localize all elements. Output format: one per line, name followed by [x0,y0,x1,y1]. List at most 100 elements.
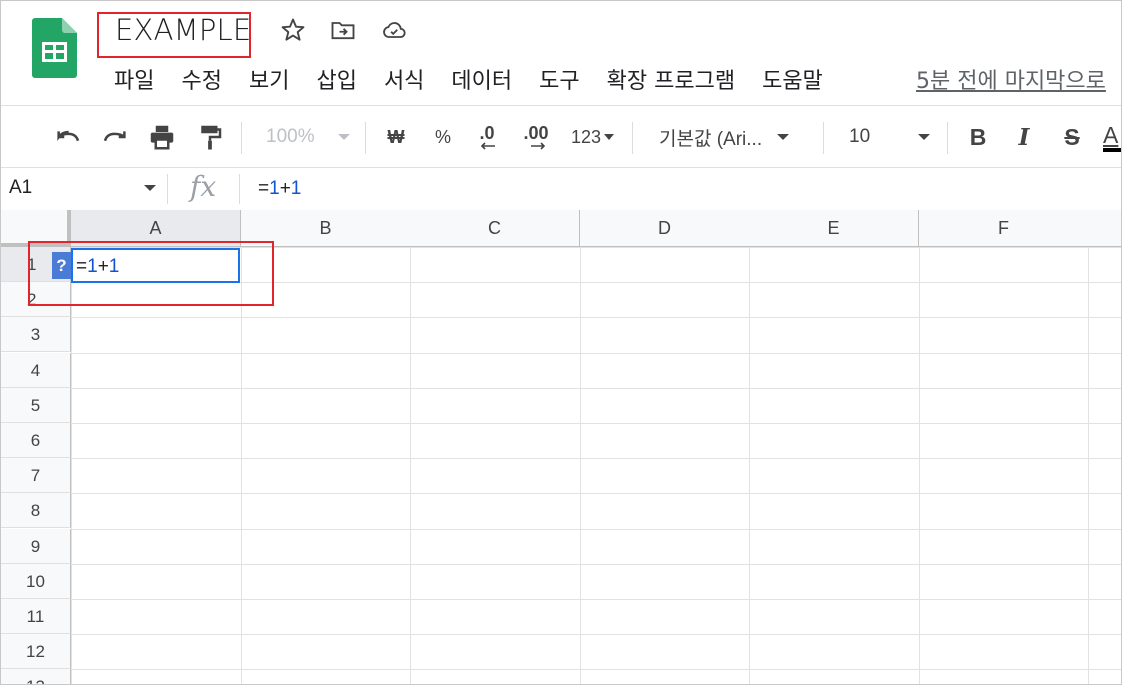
grid-row-line [71,317,1121,318]
grid-row-line [71,529,1121,530]
arrow-left-icon [480,141,495,150]
toolbar-divider [365,122,366,154]
title-highlight-box [97,12,251,58]
grid-row-line [71,599,1121,600]
formula-input[interactable]: =1+1 [258,178,301,200]
font-value: 기본값 (Ari... [659,128,763,150]
grid-column-line [1088,247,1089,684]
column-header-d[interactable]: D [580,210,750,247]
toolbar-divider [823,122,824,154]
row-header-9[interactable]: 9 [1,529,71,564]
menu-insert[interactable]: 삽입 [316,63,356,94]
toolbar: 100% ₩ % .0 .00 123 기본값 (Ari... 10 B I S… [1,105,1121,168]
column-header-f[interactable]: F [919,210,1089,247]
currency-label: ₩ [387,126,405,147]
menu-bar: 파일 수정 보기 삽입 서식 데이터 도구 확장 프로그램 도움말 [114,63,850,94]
grid-row-line [71,458,1121,459]
toolbar-divider [632,122,633,154]
strikethrough-button[interactable]: S [1059,120,1085,154]
grid-column-line [919,247,920,684]
menu-edit[interactable]: 수정 [181,63,221,94]
fx-icon: fx [190,170,217,203]
menu-extensions[interactable]: 확장 프로그램 [607,63,735,94]
undo-icon [57,130,80,142]
row-header-5[interactable]: 5 [1,388,71,423]
font-size-select[interactable]: 10 [849,120,937,154]
last-edit-link[interactable]: 5분 전에 마지막으로 [916,63,1106,95]
font-select[interactable]: 기본값 (Ari... [659,120,809,154]
print-icon [150,125,174,150]
star-icon[interactable] [279,16,307,44]
sheets-logo-icon[interactable] [32,18,77,78]
formula-equals: = [258,178,270,199]
chevron-down-icon [777,134,790,140]
paint-format-icon [201,125,222,150]
name-box[interactable]: A1 [9,177,32,199]
menu-help[interactable]: 도움말 [762,63,823,94]
redo-icon [103,131,126,142]
font-size-value: 10 [849,126,871,147]
row-header-3[interactable]: 3 [1,317,71,352]
formula-divider [167,174,168,204]
text-color-label: A [1103,122,1119,148]
formula-divider [239,174,240,204]
formula-operand: 1 [290,178,302,199]
menu-data[interactable]: 데이터 [451,63,512,94]
grid-row-line [71,388,1121,389]
italic-label: I [1018,123,1030,151]
grid-column-line [580,247,581,684]
grid-column-line [410,247,411,684]
grid-row-line [71,669,1121,670]
chevron-down-icon[interactable] [143,183,157,193]
arrow-right-icon [531,141,546,150]
row-header-11[interactable]: 11 [1,599,71,634]
row-header-13[interactable]: 13 [1,669,71,684]
zoom-select[interactable]: 100% [266,120,356,154]
undo-button[interactable] [51,120,85,154]
italic-button[interactable]: I [1011,120,1037,154]
menu-view[interactable]: 보기 [249,63,289,94]
chevron-down-icon [337,134,350,140]
cloud-saved-icon[interactable] [380,16,408,44]
row-header-12[interactable]: 12 [1,634,71,669]
grid-row-line [71,564,1121,565]
toolbar-divider [947,122,948,154]
row-header-6[interactable]: 6 [1,423,71,458]
zoom-value: 100% [266,126,315,147]
percent-button[interactable]: % [428,120,458,154]
currency-button[interactable]: ₩ [381,120,411,154]
chevron-down-icon [918,134,931,140]
increase-decimal-label: .00 [523,122,549,143]
formula-bar: A1 fx =1+1 [1,167,1121,211]
bold-button[interactable]: B [965,120,991,154]
formula-operator: + [279,178,291,199]
toolbar-divider [241,122,242,154]
print-button[interactable] [145,120,179,154]
bold-label: B [969,123,987,150]
increase-decimal-button[interactable]: .00 [517,120,555,154]
row-header-10[interactable]: 10 [1,564,71,599]
column-header-c[interactable]: C [410,210,580,247]
column-header-partial[interactable] [1088,210,1121,247]
grid-column-line [241,247,242,684]
row-header-7[interactable]: 7 [1,458,71,493]
column-header-e[interactable]: E [749,210,919,247]
redo-button[interactable] [98,120,132,154]
grid-column-line [71,247,72,684]
decrease-decimal-button[interactable]: .0 [471,120,503,154]
cell-highlight-box [28,241,274,306]
text-color-button[interactable]: A [1103,120,1121,154]
menu-tools[interactable]: 도구 [539,63,579,94]
app-window: EXAMPLE 파일 수정 보기 삽입 서식 데이터 도구 확장 프로그램 도움… [0,0,1122,685]
text-color-swatch [1103,148,1121,152]
grid-row-line [71,493,1121,494]
paint-format-button[interactable] [193,120,227,154]
menu-file[interactable]: 파일 [114,63,154,94]
row-header-4[interactable]: 4 [1,353,71,388]
menu-format[interactable]: 서식 [384,63,424,94]
more-formats-button[interactable]: 123 [565,120,621,154]
row-header-8[interactable]: 8 [1,493,71,528]
strikethrough-label: S [1064,123,1080,150]
move-folder-icon[interactable] [329,16,357,44]
grid-row-line [71,634,1121,635]
